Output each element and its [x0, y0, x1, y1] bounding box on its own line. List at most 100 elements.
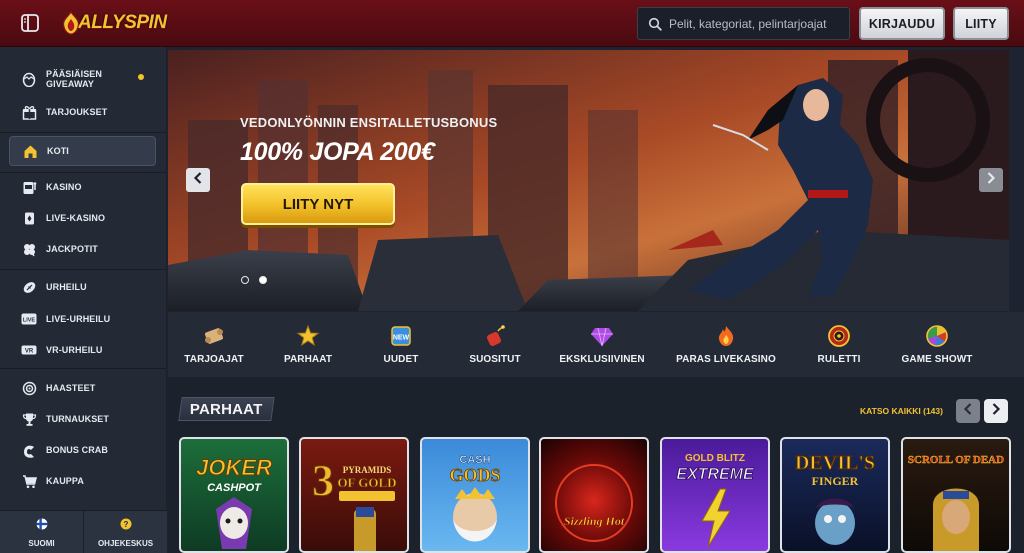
category-best-live-casino[interactable]: PARAS LIVEKASINO: [674, 312, 778, 377]
login-button[interactable]: KIRJAUDU: [859, 7, 945, 40]
help-center-link[interactable]: ? OHJEKESKUS: [83, 511, 167, 553]
flame-icon: [713, 323, 739, 349]
svg-text:JOKER: JOKER: [196, 455, 272, 480]
sidebar-item-vr-sports[interactable]: VR VR-URHEILU: [9, 336, 156, 364]
sidebar-item-label: VR-URHEILU: [46, 345, 103, 355]
sidebar-item-live-sports[interactable]: LIVE LIVE-URHEILU: [9, 305, 156, 333]
sidebar-item-giveaway[interactable]: PÄÄSIÄISEN GIVEAWAY: [9, 63, 156, 95]
game-art: CASH GODS: [449, 454, 501, 542]
sidebar-item-offers[interactable]: TARJOUKSET: [9, 98, 156, 126]
sidebar-item-label: TURNAUKSET: [46, 414, 109, 424]
sidebar-item-label: PÄÄSIÄISEN GIVEAWAY: [46, 69, 103, 89]
game-tile-gold-blitz-extreme[interactable]: GOLD BLITZ EXTREME: [660, 437, 770, 553]
join-now-button[interactable]: LIITY NYT: [241, 183, 395, 225]
game-tile-scroll-of-dead[interactable]: SCROLL OF DEAD: [901, 437, 1011, 553]
sidebar-item-sports[interactable]: URHEILU: [9, 273, 156, 301]
chevron-left-icon: [963, 402, 973, 420]
sidebar-item-jackpots[interactable]: JACKPOTIT: [9, 235, 156, 263]
language-label: SUOMI: [28, 538, 55, 548]
brand-logo[interactable]: ALLYSPIN: [58, 10, 167, 36]
see-all-link[interactable]: KATSO KAIKKI (143): [860, 406, 943, 416]
carousel-indicators: [241, 276, 267, 284]
svg-text:SCROLL OF DEAD: SCROLL OF DEAD: [908, 454, 1004, 466]
category-providers[interactable]: TARJOAJAT: [182, 312, 246, 377]
search-input[interactable]: [669, 16, 849, 31]
sidebar-item-label: BONUS CRAB: [46, 445, 109, 455]
hero-next-button[interactable]: [979, 168, 1003, 192]
sidebar-item-live-casino[interactable]: LIVE-KASINO: [9, 204, 156, 232]
carousel-dot-active[interactable]: [259, 276, 267, 284]
game-tile-joker-cashpot[interactable]: JOKER CASHPOT: [179, 437, 289, 553]
svg-text:Sizzling Hot: Sizzling Hot: [564, 514, 625, 528]
game-tile-pyramids-of-gold[interactable]: 3 PYRAMIDS OF GOLD: [299, 437, 409, 553]
card-icon: [21, 210, 37, 226]
join-button[interactable]: LIITY: [953, 7, 1009, 40]
home-icon: [22, 143, 38, 159]
sidebar-item-home[interactable]: KOTI: [9, 136, 156, 166]
egg-icon: [21, 71, 37, 87]
sidebar-item-bonus-crab[interactable]: BONUS CRAB: [9, 436, 156, 464]
games-section: PARHAAT KATSO KAIKKI (143) JOKER CASHPOT…: [168, 377, 1024, 553]
svg-text:OF GOLD: OF GOLD: [337, 475, 396, 490]
category-new[interactable]: NEW UUDET: [373, 312, 429, 377]
category-label: UUDET: [383, 354, 419, 365]
game-tile-cash-of-gods[interactable]: CASH GODS: [420, 437, 530, 553]
game-tile-sizzling-hot-deluxe[interactable]: Sizzling Hot: [539, 437, 649, 553]
hero-subtitle: VEDONLYÖNNIN ENSITALLETUSBONUS: [240, 115, 498, 130]
sidebar-item-casino[interactable]: KASINO: [9, 173, 156, 201]
games-next-button[interactable]: [984, 399, 1008, 423]
game-art: DEVIL'S FINGER: [794, 452, 876, 545]
sidebar-item-shop[interactable]: KAUPPA: [9, 467, 156, 495]
sidebar-item-tournaments[interactable]: TURNAUKSET: [9, 405, 156, 433]
hero-artwork: [168, 50, 1009, 311]
target-icon: [21, 380, 37, 396]
cart-icon: [21, 473, 37, 489]
star-icon: [295, 323, 321, 349]
search-box[interactable]: [637, 7, 850, 40]
game-tile-devils-finger[interactable]: DEVIL'S FINGER: [780, 437, 890, 553]
sidebar-toggle-icon[interactable]: [20, 13, 40, 33]
sidebar-item-label: LIVE-URHEILU: [46, 314, 111, 324]
games-prev-button[interactable]: [956, 399, 980, 423]
help-icon: ?: [120, 517, 132, 535]
category-bar: TARJOAJAT PARHAAT NEW UUDET SUOSITUT EKS…: [168, 312, 1024, 377]
svg-text:GODS: GODS: [449, 465, 500, 485]
svg-text:GOLD BLITZ: GOLD BLITZ: [685, 453, 745, 464]
hero-banner[interactable]: VEDONLYÖNNIN ENSITALLETUSBONUS 100% JOPA…: [168, 50, 1009, 311]
slot-machine-icon: [21, 179, 37, 195]
claw-icon: [21, 442, 37, 458]
hero-title: 100% JOPA 200€: [240, 138, 435, 166]
language-selector[interactable]: SUOMI: [0, 511, 83, 553]
svg-text:3: 3: [312, 456, 334, 505]
category-label: GAME SHOWT: [901, 354, 973, 365]
sidebar-item-label: URHEILU: [46, 282, 87, 292]
clover-icon: [21, 241, 37, 257]
svg-text:VR: VR: [25, 349, 34, 355]
category-label: PARAS LIVEKASINO: [676, 354, 776, 365]
category-popular[interactable]: SUOSITUT: [465, 312, 525, 377]
sidebar-item-challenges[interactable]: HAASTEET: [9, 374, 156, 402]
scroll-icon: [201, 323, 227, 349]
svg-text:NEW: NEW: [393, 335, 410, 342]
svg-text:PYRAMIDS: PYRAMIDS: [343, 465, 392, 475]
notification-dot: [138, 74, 144, 80]
category-label: RULETTI: [817, 354, 861, 365]
category-best[interactable]: PARHAAT: [277, 312, 339, 377]
category-roulette[interactable]: RULETTI: [811, 312, 867, 377]
category-game-shows[interactable]: GAME SHOWT: [900, 312, 974, 377]
carousel-dot[interactable]: [241, 276, 249, 284]
dynamite-icon: [482, 323, 508, 349]
sidebar-item-label: HAASTEET: [46, 383, 96, 393]
hero-prev-button[interactable]: [186, 168, 210, 192]
trophy-icon: [21, 411, 37, 427]
sidebar-item-label: TARJOUKSET: [46, 107, 108, 117]
category-exclusive[interactable]: EKSKLUSIIVINEN: [556, 312, 648, 377]
sidebar-item-label: KOTI: [47, 146, 69, 156]
game-art: Sizzling Hot: [555, 464, 633, 542]
search-icon: [648, 17, 662, 31]
category-label: EKSKLUSIIVINEN: [559, 354, 645, 365]
sidebar-divider: [0, 269, 167, 270]
sidebar-item-label: JACKPOTIT: [46, 244, 98, 254]
sidebar-divider: [0, 132, 167, 133]
svg-text:LIVE: LIVE: [23, 318, 36, 324]
